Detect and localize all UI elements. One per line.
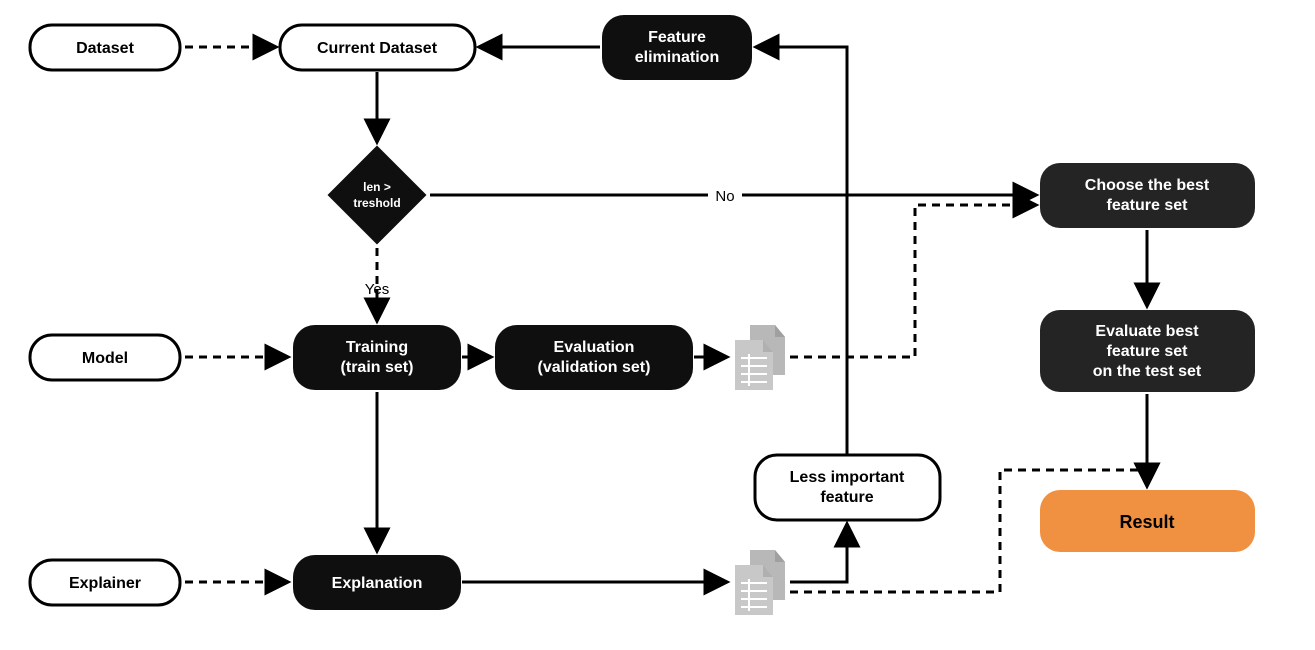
node-less-important: Less important feature <box>755 455 940 520</box>
node-decision: len > treshold <box>328 146 427 245</box>
edge-files2-to-lessimp <box>790 525 847 582</box>
label-decision-1: len > <box>363 180 391 194</box>
node-explanation: Explanation <box>293 555 461 610</box>
edge-lessimp-to-featelim <box>757 47 847 455</box>
label-eval-best-1: Evaluate best <box>1095 323 1199 340</box>
label-choose-2: feature set <box>1107 197 1189 214</box>
node-result: Result <box>1040 490 1255 552</box>
node-evaluate-best: Evaluate best feature set on the test se… <box>1040 310 1255 392</box>
label-explanation: Explanation <box>332 575 423 592</box>
label-dataset: Dataset <box>76 40 134 57</box>
node-training: Training (train set) <box>293 325 461 390</box>
label-less-imp-2: feature <box>820 489 873 506</box>
label-yes: Yes <box>365 281 389 298</box>
label-evaluation-1: Evaluation <box>554 339 635 356</box>
files-icon-2 <box>735 550 785 615</box>
label-no: No <box>715 188 734 205</box>
label-training-2: (train set) <box>341 359 414 376</box>
label-eval-best-2: feature set <box>1107 343 1189 360</box>
node-model: Model <box>30 335 180 380</box>
node-dataset: Dataset <box>30 25 180 70</box>
edge-files1-to-choose <box>790 205 1035 357</box>
node-evaluation: Evaluation (validation set) <box>495 325 693 390</box>
label-feature-elim-1: Feature <box>648 29 706 46</box>
label-less-imp-1: Less important <box>790 469 905 486</box>
files-icon-1 <box>735 325 785 390</box>
label-feature-elim-2: elimination <box>635 49 719 66</box>
flowchart-diagram: Dataset Current Dataset Feature eliminat… <box>0 0 1315 650</box>
node-feature-elimination: Feature elimination <box>602 15 752 80</box>
node-explainer: Explainer <box>30 560 180 605</box>
label-decision-2: treshold <box>353 196 400 210</box>
label-training-1: Training <box>346 339 408 356</box>
label-model: Model <box>82 350 128 367</box>
label-eval-best-3: on the test set <box>1093 363 1202 380</box>
label-current-dataset: Current Dataset <box>317 40 438 57</box>
node-current-dataset: Current Dataset <box>280 25 475 70</box>
node-choose-best: Choose the best feature set <box>1040 163 1255 228</box>
label-result: Result <box>1119 512 1174 532</box>
label-explainer: Explainer <box>69 575 141 592</box>
label-choose-1: Choose the best <box>1085 177 1210 194</box>
label-evaluation-2: (validation set) <box>538 359 651 376</box>
